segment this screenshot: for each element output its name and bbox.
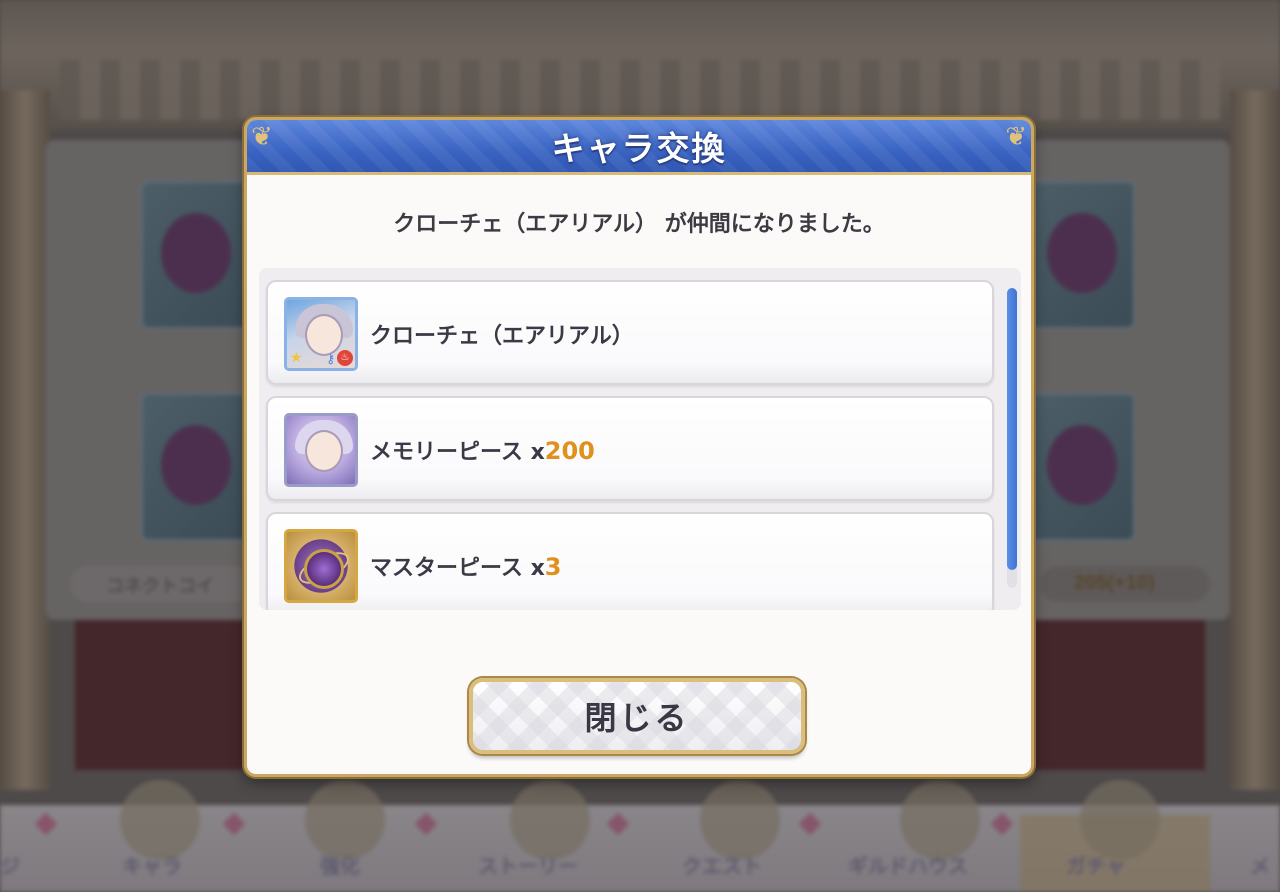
scrollbar[interactable] bbox=[1007, 288, 1017, 588]
reward-name: クローチェ（エアリアル） bbox=[370, 324, 634, 349]
star-icon: ★ bbox=[290, 350, 303, 366]
reward-list[interactable]: ★ ⚷ ♨ クローチェ（エアリアル） メモリーピース x200 マスターピース … bbox=[259, 268, 1021, 610]
reward-row-character: ★ ⚷ ♨ クローチェ（エアリアル） bbox=[266, 280, 994, 385]
reward-quantity: 3 bbox=[544, 553, 562, 581]
corner-ornament-icon: ❦ bbox=[251, 122, 273, 152]
master-piece-icon[interactable] bbox=[284, 529, 358, 603]
memory-piece-icon[interactable] bbox=[284, 413, 358, 487]
dialog-title: キャラ交換 bbox=[551, 129, 727, 168]
close-button[interactable]: 閉じる bbox=[469, 678, 805, 754]
fire-element-icon: ♨ bbox=[337, 350, 353, 366]
reward-row-memory-piece: メモリーピース x200 bbox=[266, 396, 994, 501]
key-icon: ⚷ bbox=[326, 352, 335, 366]
close-button-label: 閉じる bbox=[584, 699, 690, 737]
scrollbar-thumb[interactable] bbox=[1007, 288, 1017, 570]
result-message: クローチェ（エアリアル） が仲間になりました。 bbox=[393, 212, 885, 237]
reward-quantity: 200 bbox=[544, 437, 595, 465]
corner-ornament-icon: ❦ bbox=[1005, 122, 1027, 152]
reward-name: メモリーピース x200 bbox=[370, 437, 595, 465]
reward-name: マスターピース x3 bbox=[370, 553, 562, 581]
reward-row-master-piece: マスターピース x3 bbox=[266, 512, 994, 610]
character-icon[interactable]: ★ ⚷ ♨ bbox=[284, 297, 358, 371]
dialog-header: ❦ キャラ交換 ❦ bbox=[247, 120, 1031, 175]
character-exchange-dialog: ❦ キャラ交換 ❦ クローチェ（エアリアル） が仲間になりました。 ★ ⚷ ♨ … bbox=[244, 117, 1034, 777]
